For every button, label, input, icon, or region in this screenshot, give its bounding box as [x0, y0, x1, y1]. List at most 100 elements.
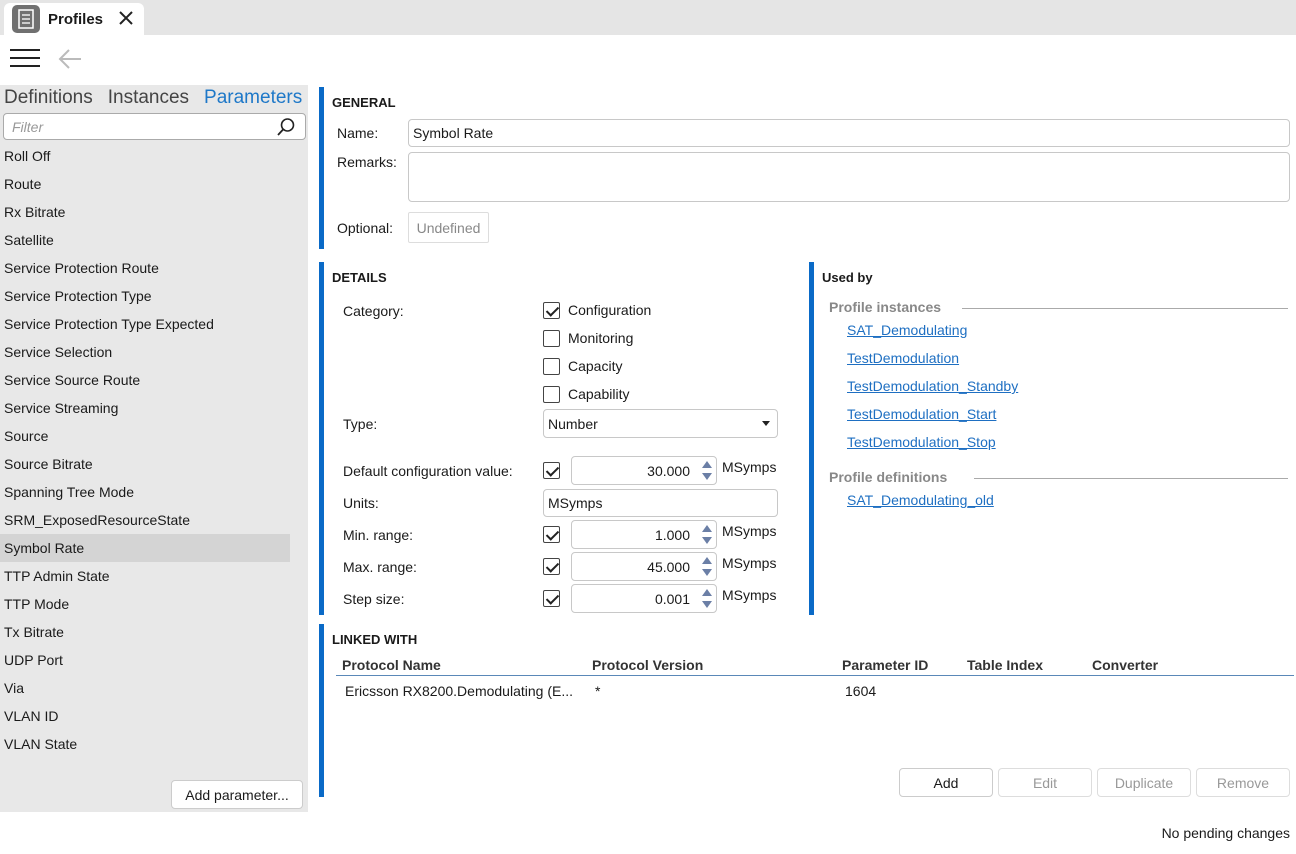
tab-instances[interactable]: Instances — [108, 87, 189, 113]
step-size-checkbox[interactable] — [543, 590, 560, 607]
instance-link[interactable]: TestDemodulation_Standby — [847, 378, 1018, 394]
divider — [974, 478, 1288, 479]
filter-input[interactable] — [4, 114, 264, 139]
parameter-list-item[interactable]: Spanning Tree Mode — [0, 478, 290, 506]
category-label: Category: — [343, 303, 404, 319]
parameter-list-item[interactable]: Service Protection Type — [0, 282, 290, 310]
spin-down-icon[interactable] — [701, 599, 713, 609]
spin-down-icon[interactable] — [701, 471, 713, 481]
step-size-unit: MSymps — [722, 587, 777, 603]
parameter-list-item[interactable]: VLAN State — [0, 730, 290, 758]
parameter-list-item[interactable]: Service Streaming — [0, 394, 290, 422]
profile-instances-title: Profile instances — [829, 299, 942, 315]
remove-button[interactable]: Remove — [1196, 768, 1290, 797]
parameter-list-item[interactable]: VLAN ID — [0, 702, 290, 730]
parameter-list-item[interactable]: Service Protection Route — [0, 254, 290, 282]
parameter-list-item[interactable]: SRM_ExposedResourceState — [0, 506, 290, 534]
chevron-down-icon — [762, 421, 770, 426]
protocol-name-cell: Ericsson RX8200.Demodulating (E... — [345, 683, 573, 699]
details-section: DETAILS Category: Configuration Monitori… — [319, 262, 791, 615]
step-size-stepper[interactable]: 0.001 — [571, 584, 717, 613]
column-header[interactable]: Protocol Version — [592, 657, 703, 673]
instance-link[interactable]: TestDemodulation_Start — [847, 406, 996, 422]
parameter-list-item[interactable]: Source — [0, 422, 290, 450]
add-parameter-button[interactable]: Add parameter... — [171, 780, 303, 809]
parameter-list-item[interactable]: Service Protection Type Expected — [0, 310, 290, 338]
configuration-label: Configuration — [568, 302, 652, 318]
back-arrow-icon[interactable] — [56, 46, 84, 72]
remarks-input[interactable] — [408, 152, 1290, 202]
capability-label: Capability — [568, 386, 630, 402]
parameter-list-item[interactable]: TTP Mode — [0, 590, 290, 618]
status-text: No pending changes — [1161, 825, 1290, 841]
parameter-list-item[interactable]: Symbol Rate — [0, 534, 290, 562]
parameter-list: Roll Off Route Rx Bitrate Satellite Service … — [0, 142, 290, 758]
header-divider — [336, 675, 1294, 676]
duplicate-button[interactable]: Duplicate — [1097, 768, 1191, 797]
protocol-version-cell: * — [595, 683, 601, 699]
capability-checkbox[interactable] — [543, 386, 560, 403]
default-value-stepper[interactable]: 30.000 — [571, 456, 717, 485]
parameter-list-item[interactable]: Source Bitrate — [0, 450, 290, 478]
toolbar — [0, 35, 1296, 85]
parameter-list-item[interactable]: UDP Port — [0, 646, 290, 674]
close-icon[interactable] — [117, 10, 135, 28]
parameter-list-item[interactable]: Roll Off — [0, 142, 290, 170]
min-range-stepper[interactable]: 1.000 — [571, 520, 717, 549]
tab-title: Profiles — [48, 10, 104, 28]
tab-parameters[interactable]: Parameters — [204, 87, 302, 113]
min-range-checkbox[interactable] — [543, 526, 560, 543]
column-header[interactable]: Parameter ID — [842, 657, 928, 673]
type-select[interactable]: Number — [543, 409, 778, 438]
spin-up-icon[interactable] — [701, 460, 713, 470]
parameter-list-item[interactable]: Satellite — [0, 226, 290, 254]
filter-box — [3, 113, 306, 140]
optional-toggle[interactable]: Undefined — [408, 212, 489, 243]
max-range-stepper[interactable]: 45.000 — [571, 552, 717, 581]
search-icon[interactable] — [276, 117, 296, 137]
instance-link[interactable]: SAT_Demodulating — [847, 322, 967, 338]
max-range-label: Max. range: — [343, 559, 417, 575]
spin-down-icon[interactable] — [701, 535, 713, 545]
definition-link[interactable]: SAT_Demodulating_old — [847, 492, 994, 508]
spin-up-icon[interactable] — [701, 524, 713, 534]
name-input[interactable]: Symbol Rate — [408, 119, 1290, 147]
configuration-checkbox[interactable] — [543, 302, 560, 319]
capacity-checkbox[interactable] — [543, 358, 560, 375]
instance-link[interactable]: TestDemodulation — [847, 350, 959, 366]
column-header[interactable]: Protocol Name — [342, 657, 441, 673]
add-button[interactable]: Add — [899, 768, 993, 797]
max-range-checkbox[interactable] — [543, 558, 560, 575]
spin-up-icon[interactable] — [701, 588, 713, 598]
parameter-list-item[interactable]: TTP Admin State — [0, 562, 290, 590]
default-unit: MSymps — [722, 459, 777, 475]
step-size-label: Step size: — [343, 591, 405, 607]
tab-definitions[interactable]: Definitions — [4, 87, 93, 113]
column-header[interactable]: Converter — [1092, 657, 1158, 673]
parameter-list-item[interactable]: Service Selection — [0, 338, 290, 366]
menu-icon[interactable] — [10, 49, 40, 71]
parameter-list-item[interactable]: Route — [0, 170, 290, 198]
parameter-list-item[interactable]: Tx Bitrate — [0, 618, 290, 646]
units-label: Units: — [343, 495, 379, 511]
parameter-list-item[interactable]: Service Source Route — [0, 366, 290, 394]
general-title: GENERAL — [332, 95, 396, 110]
parameter-list-item[interactable]: Rx Bitrate — [0, 198, 290, 226]
tab-strip: Profiles — [0, 0, 1296, 35]
instance-link[interactable]: TestDemodulation_Stop — [847, 434, 996, 450]
used-by-section: Used by Profile instances SAT_Demodulati… — [809, 262, 1296, 615]
column-header[interactable]: Table Index — [967, 657, 1043, 673]
optional-label: Optional: — [337, 220, 394, 236]
units-input[interactable]: MSymps — [543, 489, 778, 517]
default-value-checkbox[interactable] — [543, 462, 560, 479]
max-range-unit: MSymps — [722, 555, 777, 571]
details-title: DETAILS — [332, 270, 387, 285]
spin-up-icon[interactable] — [701, 556, 713, 566]
profiles-tab[interactable]: Profiles — [4, 3, 144, 35]
general-section: GENERAL Name: Symbol Rate Remarks: Optio… — [319, 87, 1296, 249]
spin-down-icon[interactable] — [701, 567, 713, 577]
parameter-list-item[interactable]: Via — [0, 674, 290, 702]
edit-button[interactable]: Edit — [998, 768, 1092, 797]
monitoring-checkbox[interactable] — [543, 330, 560, 347]
monitoring-label: Monitoring — [568, 330, 634, 346]
